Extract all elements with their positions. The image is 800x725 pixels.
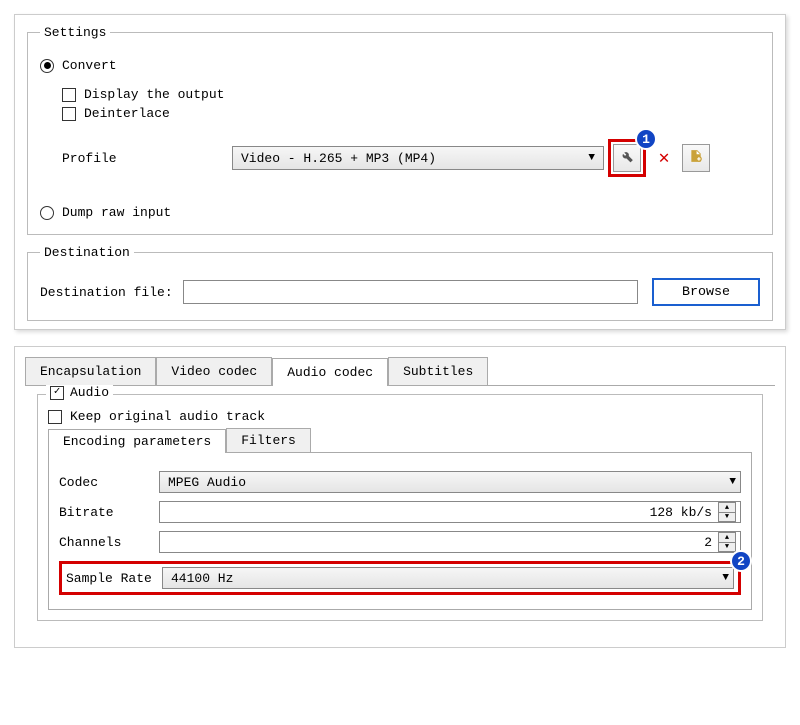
chevron-up-icon[interactable]: ▲ [718, 532, 736, 542]
wrench-icon [620, 149, 634, 168]
dump-raw-label: Dump raw input [62, 205, 171, 220]
keep-original-checkbox[interactable] [48, 410, 62, 424]
chevron-down-icon: ▼ [722, 572, 729, 584]
deinterlace-label: Deinterlace [84, 106, 170, 121]
bitrate-spinbox[interactable]: 128 kb/s ▲ ▼ [159, 501, 741, 523]
dump-raw-radio[interactable] [40, 206, 54, 220]
browse-button[interactable]: Browse [652, 278, 760, 306]
main-tabs: Encapsulation Video codec Audio codec Su… [25, 357, 775, 386]
audio-group: Audio Keep original audio track Encoding… [37, 394, 763, 621]
convert-settings-panel: Settings Convert Display the output Dein… [14, 14, 786, 330]
sample-rate-dropdown[interactable]: 44100 Hz ▼ [162, 567, 734, 589]
convert-label: Convert [62, 58, 117, 73]
audio-enable-checkbox[interactable] [50, 386, 64, 400]
encoding-parameters-pane: Codec MPEG Audio ▼ Bitrate 128 kb/s ▲ ▼ … [48, 453, 752, 610]
new-file-icon [689, 149, 703, 168]
chevron-down-icon: ▼ [729, 476, 736, 488]
edit-profile-highlight: 1 [608, 139, 646, 177]
sample-rate-label: Sample Rate [66, 571, 162, 586]
close-icon: ✕ [659, 147, 670, 169]
tab-video-codec[interactable]: Video codec [156, 357, 272, 385]
destination-legend: Destination [40, 245, 134, 260]
profile-label: Profile [62, 151, 232, 166]
destination-file-input[interactable] [183, 280, 638, 304]
codec-value: MPEG Audio [168, 475, 729, 490]
channels-spinbox[interactable]: 2 ▲ ▼ [159, 531, 741, 553]
sample-rate-highlight: 2 Sample Rate 44100 Hz ▼ [59, 561, 741, 595]
edit-profile-button[interactable] [613, 144, 641, 172]
convert-radio[interactable] [40, 59, 54, 73]
new-profile-button[interactable] [682, 144, 710, 172]
callout-1: 1 [635, 128, 657, 150]
destination-group: Destination Destination file: Browse [27, 245, 773, 321]
display-output-label: Display the output [84, 87, 224, 102]
sample-rate-value: 44100 Hz [171, 571, 722, 586]
destination-file-label: Destination file: [40, 285, 173, 300]
deinterlace-checkbox[interactable] [62, 107, 76, 121]
bitrate-spinner[interactable]: ▲ ▼ [718, 502, 736, 522]
chevron-down-icon[interactable]: ▼ [718, 542, 736, 552]
chevron-down-icon: ▼ [582, 152, 601, 164]
display-output-checkbox[interactable] [62, 88, 76, 102]
profile-value: Video - H.265 + MP3 (MP4) [241, 151, 582, 166]
chevron-up-icon[interactable]: ▲ [718, 502, 736, 512]
profile-edit-panel: Encapsulation Video codec Audio codec Su… [14, 346, 786, 648]
audio-group-label: Audio [70, 385, 109, 400]
callout-2: 2 [730, 550, 752, 572]
subtab-filters[interactable]: Filters [226, 428, 311, 452]
keep-original-label: Keep original audio track [70, 409, 265, 424]
audio-subtabs: Encoding parameters Filters [48, 428, 752, 453]
codec-dropdown[interactable]: MPEG Audio ▼ [159, 471, 741, 493]
delete-profile-button[interactable]: ✕ [652, 144, 676, 172]
bitrate-label: Bitrate [59, 505, 159, 520]
tab-subtitles[interactable]: Subtitles [388, 357, 488, 385]
bitrate-value: 128 kb/s [168, 505, 718, 520]
subtab-encoding-parameters[interactable]: Encoding parameters [48, 429, 226, 453]
codec-label: Codec [59, 475, 159, 490]
channels-spinner[interactable]: ▲ ▼ [718, 532, 736, 552]
profile-dropdown[interactable]: Video - H.265 + MP3 (MP4) ▼ [232, 146, 604, 170]
chevron-down-icon[interactable]: ▼ [718, 512, 736, 522]
channels-label: Channels [59, 535, 159, 550]
tab-audio-codec[interactable]: Audio codec [272, 358, 388, 386]
settings-legend: Settings [40, 25, 110, 40]
tab-encapsulation[interactable]: Encapsulation [25, 357, 156, 385]
channels-value: 2 [168, 535, 718, 550]
settings-group: Settings Convert Display the output Dein… [27, 25, 773, 235]
